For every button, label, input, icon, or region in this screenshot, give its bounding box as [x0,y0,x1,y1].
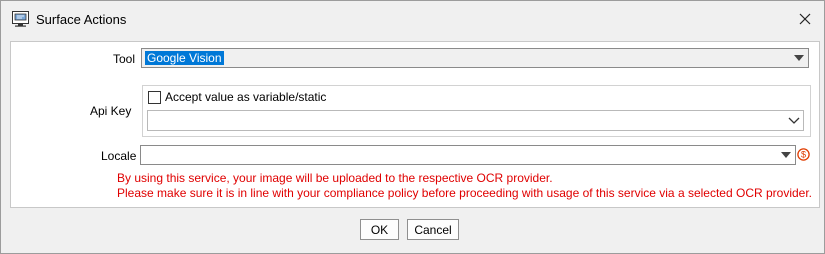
locale-select[interactable] [140,145,796,165]
window-app-icon [12,11,29,27]
ok-button[interactable]: OK [360,219,399,240]
svg-text:$: $ [801,150,806,160]
tool-select[interactable]: Google Vision [141,48,809,68]
api-key-group: Accept value as variable/static [142,85,811,137]
locale-label: Locale [101,149,137,163]
api-key-label: Api Key [90,104,132,118]
dialog-title: Surface Actions [36,12,127,27]
dollar-circle-icon[interactable]: $ [797,148,810,161]
tool-label: Tool [113,52,136,66]
tool-select-value: Google Vision [145,51,224,65]
title-bar: Surface Actions [1,1,824,37]
surface-actions-dialog: Surface Actions Tool Google Vision Api K… [0,0,825,254]
close-icon[interactable] [795,9,815,29]
cancel-button[interactable]: Cancel [407,219,459,240]
api-key-combo[interactable] [147,110,804,131]
accept-variable-checkbox-label[interactable]: Accept value as variable/static [165,90,326,104]
accept-variable-checkbox[interactable] [148,91,161,104]
compliance-warning-line-2: Please make sure it is in line with your… [117,186,813,200]
dropdown-arrow-icon[interactable] [794,55,804,61]
compliance-warning-line-1: By using this service, your image will b… [117,171,553,185]
dropdown-arrow-icon[interactable] [781,152,791,158]
chevron-down-icon[interactable] [788,117,800,125]
settings-panel: Tool Google Vision Api Key Accept value … [10,41,820,208]
